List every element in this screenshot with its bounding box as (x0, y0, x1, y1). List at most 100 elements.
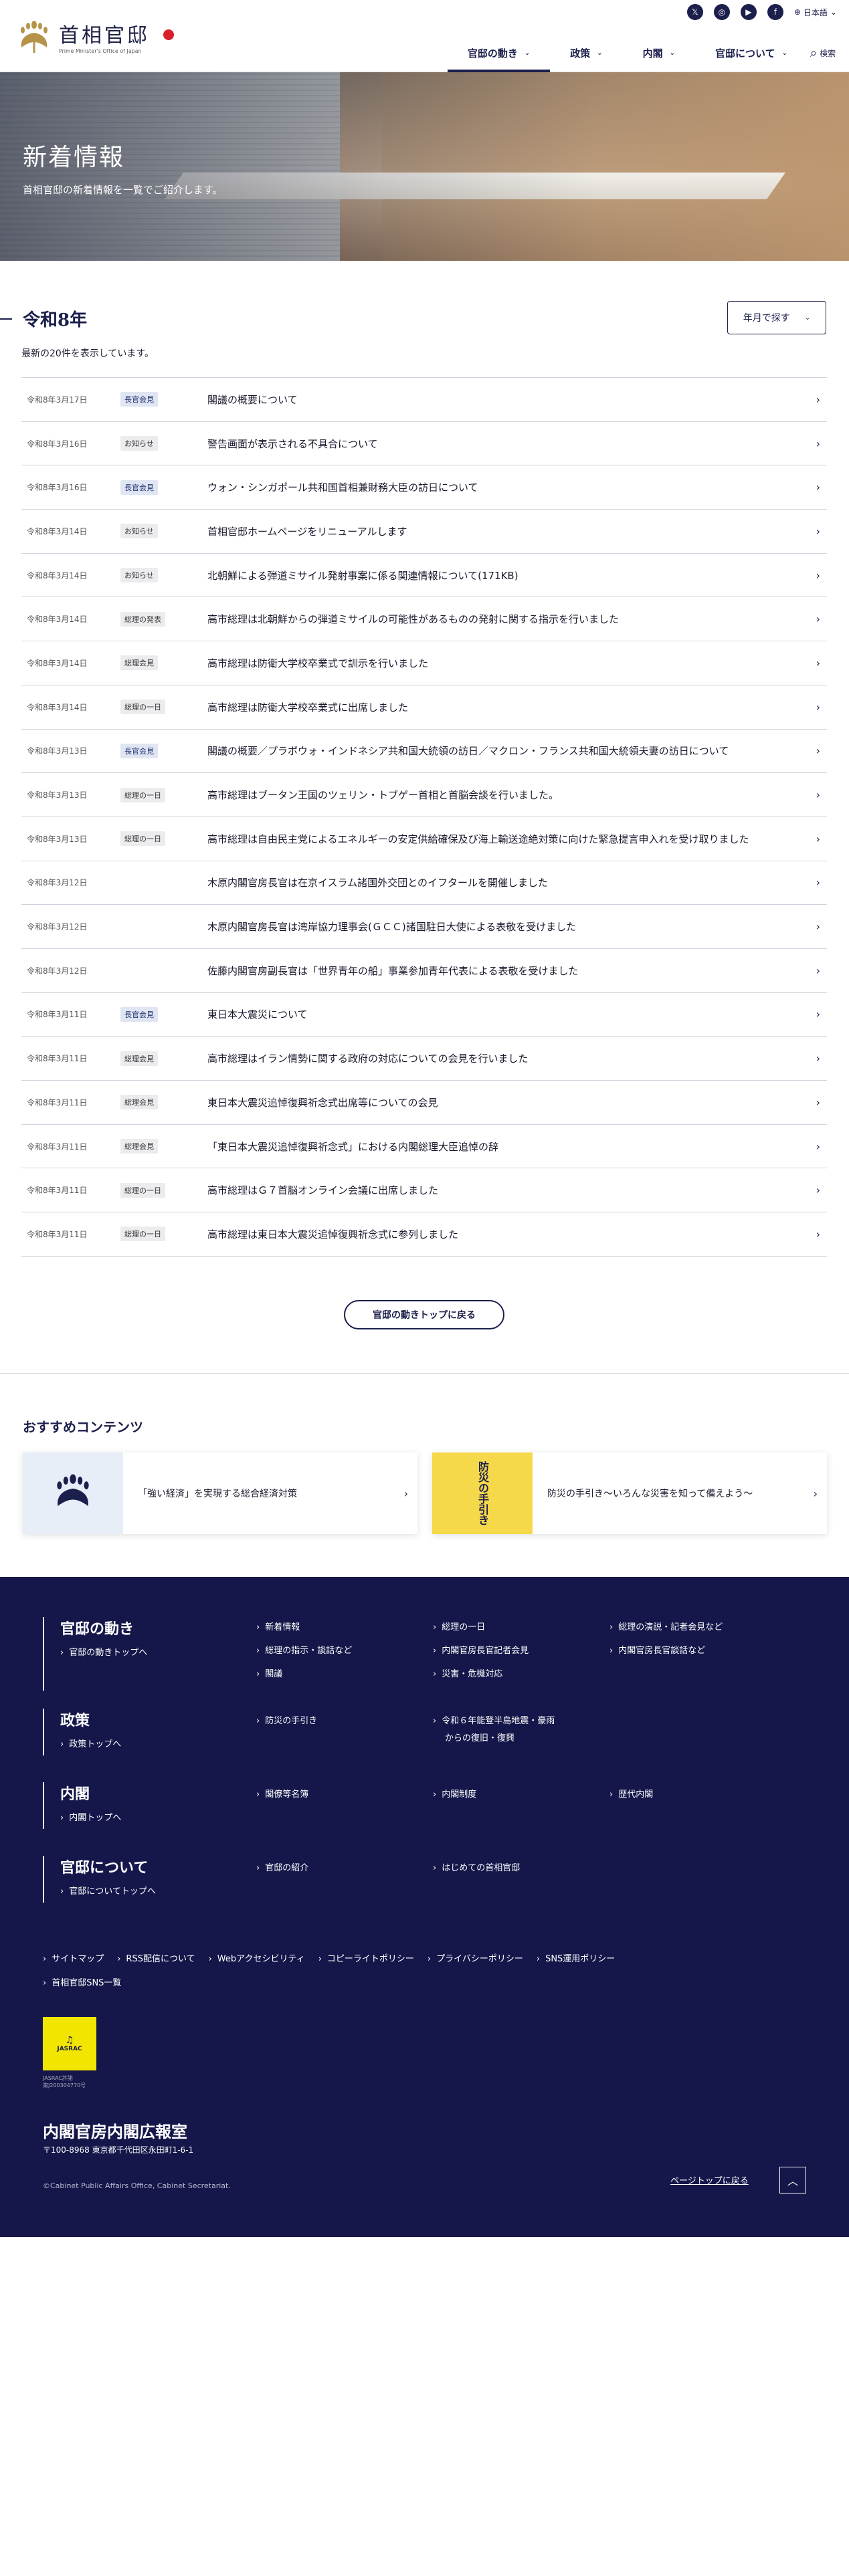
facebook-icon[interactable]: f (767, 4, 783, 20)
category-badge: 総理の一日 (120, 1226, 165, 1242)
news-row[interactable]: 令和8年3月17日 長官会見 閣議の概要について › (21, 378, 827, 422)
util-link[interactable]: プライバシーポリシー (428, 1951, 523, 1964)
back-to-activities-button[interactable]: 官邸の動きトップに戻る (344, 1300, 504, 1329)
news-date: 令和8年3月11日 (27, 1054, 88, 1064)
language-select[interactable]: ⊕ 日本語 ⌄ (794, 7, 837, 18)
news-row[interactable]: 令和8年3月11日 総理会見 東日本大震災追悼復興祈念式出席等についての会見 › (21, 1081, 827, 1125)
footer-link[interactable]: 内閣官房長官談話など (609, 1643, 705, 1656)
recommended-card[interactable]: 防災の手引き 防災の手引き～いろんな災害を知って備えよう～ › (432, 1453, 827, 1534)
chevron-right-icon: › (816, 393, 820, 406)
util-link[interactable]: サイトマップ (43, 1951, 104, 1964)
footer-link[interactable]: 令和６年能登半島地震・豪雨 (433, 1713, 555, 1726)
footer-link[interactable]: 総理の一日 (433, 1620, 485, 1632)
news-title: 木原内閣官房長官は在京イスラム諸国外交団とのイフタールを開催しました (207, 877, 548, 889)
footer-link[interactable]: 防災の手引き (256, 1713, 317, 1726)
news-row[interactable]: 令和8年3月14日 総理会見 高市総理は防衛大学校卒業式で訓示を行いました › (21, 641, 827, 685)
footer-top-link[interactable]: › 政策トップへ (60, 1737, 121, 1749)
util-link[interactable]: コピーライトポリシー (318, 1951, 414, 1964)
category-badge: 総理会見 (120, 1139, 158, 1154)
chevron-right-icon: › (816, 1095, 820, 1109)
category-badge: 長官会見 (120, 392, 158, 407)
chevron-right-icon: › (816, 1008, 820, 1021)
chevron-right-icon: › (816, 744, 820, 758)
nav-cabinet[interactable]: 内閣 ⌄ (623, 33, 695, 72)
footer-top-link[interactable]: › 官邸の動きトップへ (60, 1645, 147, 1658)
recommended-card[interactable]: 「強い経済」を実現する総合経済対策 › (23, 1453, 417, 1534)
footer-link[interactable]: 内閣制度 (433, 1787, 476, 1800)
news-row[interactable]: 令和8年3月11日 総理会見 高市総理はイラン情勢に関する政府の対応についての会見を… (21, 1037, 827, 1081)
util-link[interactable]: Webアクセシビリティ (209, 1951, 305, 1964)
news-row[interactable]: 令和8年3月11日 長官会見 東日本大震災について › (21, 993, 827, 1037)
footer-link[interactable]: 内閣官房長官記者会見 (433, 1643, 529, 1656)
nav-kantei-activities[interactable]: 官邸の動き ⌄ (447, 33, 551, 72)
youtube-icon[interactable]: ▶ (740, 4, 757, 20)
footer-link-continued[interactable]: からの復旧・復興 (445, 1731, 514, 1743)
chevron-down-icon: ⌄ (830, 7, 837, 17)
jasrac-badge: ♫ JASRAC (43, 2017, 96, 2070)
news-row[interactable]: 令和8年3月12日 木原内閣官房長官は在京イスラム諸国外交団とのイフタールを開催し… (21, 861, 827, 905)
sns-list-link[interactable]: 首相官邸SNS一覧 (43, 1975, 121, 1988)
footer-link[interactable]: 官邸の紹介 (256, 1860, 308, 1873)
page-top-button[interactable]: ︿ (779, 2167, 806, 2193)
news-row[interactable]: 令和8年3月14日 総理の一日 高市総理は防衛大学校卒業式に出席しました › (21, 685, 827, 730)
nav-policy[interactable]: 政策 ⌄ (550, 33, 622, 72)
util-link[interactable]: RSS配信について (117, 1951, 195, 1964)
news-row[interactable]: 令和8年3月11日 総理会見 「東日本大震災追悼復興祈念式」における内閣総理大臣追悼… (21, 1125, 827, 1169)
footer-top-link[interactable]: › 官邸についてトップへ (60, 1884, 156, 1897)
news-date: 令和8年3月14日 (27, 526, 88, 536)
jasrac-note: JASRAC許諾 第J200304770号 (43, 2075, 86, 2088)
global-nav: 官邸の動き ⌄ 政策 ⌄ 内閣 ⌄ 官邸について ⌄ ⌕ 検索 (447, 33, 849, 72)
footer-link[interactable]: 総理の演説・記者会見など (609, 1620, 723, 1632)
news-title: 高市総理は東日本大震災追悼復興祈念式に参列しました (207, 1228, 459, 1241)
news-row[interactable]: 令和8年3月16日 お知らせ 警告画面が表示される不具合について › (21, 422, 827, 466)
category-badge: 総理会見 (120, 1051, 158, 1066)
news-title: 高市総理は防衛大学校卒業式で訓示を行いました (207, 657, 429, 669)
news-date: 令和8年3月11日 (27, 1010, 88, 1020)
news-row[interactable]: 令和8年3月11日 総理の一日 高市総理はＧ７首脳オンライン会議に出席しました › (21, 1168, 827, 1213)
news-row[interactable]: 令和8年3月13日 総理の一日 高市総理は自由民主党によるエネルギーの安定供給確保及… (21, 817, 827, 861)
chevron-right-icon: › (816, 832, 820, 845)
news-row[interactable]: 令和8年3月12日 木原内閣官房長官は湾岸協力理事会(ＧＣＣ)諸国駐日大使による表… (21, 905, 827, 949)
page-top-link[interactable]: ページトップに戻る (670, 2173, 749, 2186)
x-twitter-icon[interactable]: 𝕏 (686, 4, 703, 20)
chevron-up-icon: ︿ (787, 2175, 798, 2187)
nav-about[interactable]: 官邸について ⌄ (695, 33, 808, 72)
footer-link[interactable]: はじめての首相官邸 (433, 1860, 520, 1873)
news-row[interactable]: 令和8年3月14日 お知らせ 首相官邸ホームページをリニューアルします › (21, 510, 827, 554)
footer-link[interactable]: 新着情報 (256, 1620, 300, 1632)
news-row[interactable]: 令和8年3月16日 長官会見 ウォン・シンガポール共和国首相兼財務大臣の訪日について… (21, 465, 827, 510)
chevron-down-icon: ⌄ (524, 49, 531, 57)
instagram-icon[interactable]: ◎ (713, 4, 730, 20)
category-badge: お知らせ (120, 436, 158, 451)
year-month-select[interactable]: 年月で探す ⌄ (727, 301, 826, 334)
news-row[interactable]: 令和8年3月13日 総理の一日 高市総理はブータン王国のツェリン・トブゲー首相と首脳… (21, 773, 827, 817)
news-row[interactable]: 令和8年3月12日 佐藤内閣官房副長官は「世界青年の船」事業参加青年代表による表敬… (21, 949, 827, 993)
search-button[interactable]: ⌕ 検索 (808, 33, 849, 72)
category-badge: 総理会見 (120, 655, 158, 671)
news-row[interactable]: 令和8年3月13日 長官会見 閣議の概要／プラボウォ・インドネシア共和国大統領の訪日… (21, 730, 827, 774)
news-row[interactable]: 令和8年3月11日 総理の一日 高市総理は東日本大震災追悼復興祈念式に参列しました › (21, 1212, 827, 1257)
footer-top-link[interactable]: › 内閣トップへ (60, 1810, 121, 1823)
news-date: 令和8年3月14日 (27, 615, 88, 625)
chevron-right-icon: › (816, 568, 820, 582)
footer-utility-links: サイトマップ RSS配信について Webアクセシビリティ コピーライトポリシー … (43, 1951, 812, 1964)
category-badge: 総理の発表 (120, 611, 165, 627)
footer-link[interactable]: 閣議 (256, 1667, 282, 1679)
chevron-right-icon: › (816, 1227, 820, 1241)
news-title: 佐藤内閣官房副長官は「世界青年の船」事業参加青年代表による表敬を受けました (207, 964, 579, 977)
chevron-right-icon: › (816, 1184, 820, 1197)
footer-link[interactable]: 災害・危機対応 (433, 1667, 502, 1679)
news-row[interactable]: 令和8年3月14日 お知らせ 北朝鮮による弾道ミサイル発射事案に係る関連情報について… (21, 554, 827, 598)
footer-link[interactable]: 総理の指示・談話など (256, 1643, 352, 1656)
footer-link[interactable]: 歴代内閣 (609, 1787, 653, 1800)
site-logo[interactable]: 首相官邸 Prime Minister's Office of Japan (16, 19, 150, 54)
chevron-right-icon: › (816, 613, 820, 626)
util-link[interactable]: SNS運用ポリシー (537, 1951, 615, 1964)
category-badge: 長官会見 (120, 479, 158, 495)
news-title: 閣議の概要／プラボウォ・インドネシア共和国大統領の訪日／マクロン・フランス共和国… (207, 745, 729, 758)
footer-link[interactable]: 閣僚等名簿 (256, 1787, 308, 1800)
news-date: 令和8年3月11日 (27, 1229, 88, 1239)
logo-english: Prime Minister's Office of Japan (59, 48, 142, 54)
news-row[interactable]: 令和8年3月14日 総理の発表 高市総理は北朝鮮からの弾道ミサイルの可能性があるもの… (21, 597, 827, 642)
news-date: 令和8年3月13日 (27, 790, 88, 800)
